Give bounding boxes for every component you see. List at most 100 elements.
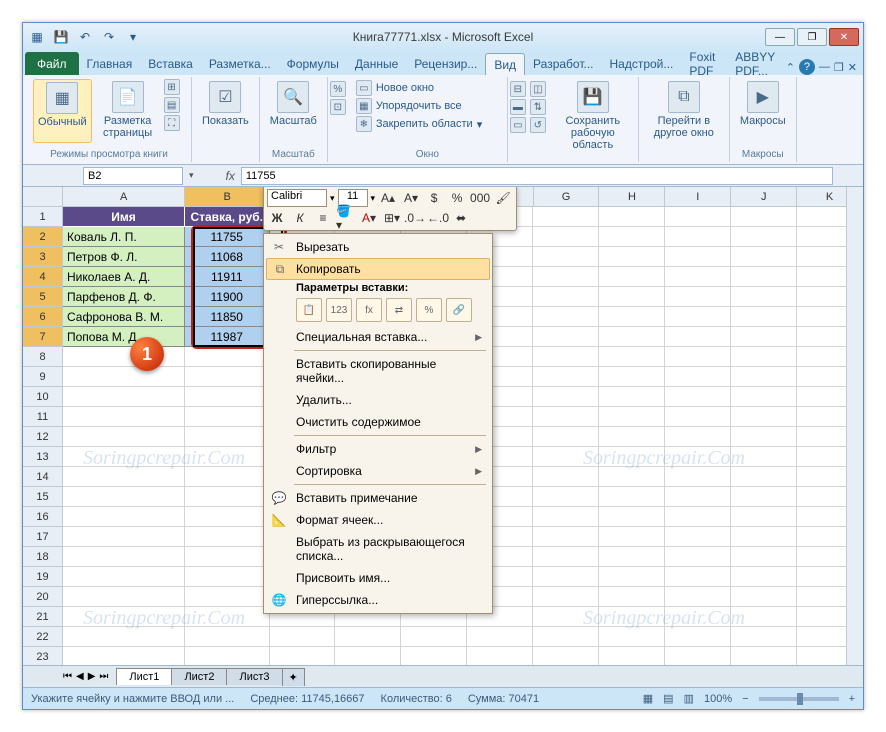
sheet-nav-first-icon[interactable]: ⏮ — [63, 671, 72, 682]
cell[interactable] — [665, 207, 731, 227]
cm-insert-cells[interactable]: Вставить скопированные ячейки... — [266, 353, 490, 389]
cell[interactable] — [665, 627, 731, 647]
cell[interactable]: Сафронова В. М. — [63, 307, 185, 327]
row-header[interactable]: 15 — [23, 487, 63, 507]
cell[interactable] — [185, 587, 270, 607]
cell[interactable] — [533, 647, 599, 665]
cell[interactable] — [467, 647, 533, 665]
paste-transpose-icon[interactable]: ⇄ — [386, 298, 412, 322]
save-workspace-button[interactable]: 💾 Сохранить рабочую область — [554, 79, 632, 153]
hide-icon[interactable]: ▬ — [510, 99, 526, 115]
cell[interactable]: Имя — [63, 207, 185, 227]
cell[interactable] — [467, 627, 533, 647]
row-header[interactable]: 6 — [23, 307, 63, 327]
row-header[interactable]: 22 — [23, 627, 63, 647]
doc-close-icon[interactable]: ✕ — [848, 61, 857, 74]
sheet-tab-2[interactable]: Лист2 — [171, 668, 227, 685]
cell[interactable] — [533, 227, 599, 247]
cell[interactable] — [185, 487, 270, 507]
cell[interactable] — [665, 527, 731, 547]
row-header[interactable]: 21 — [23, 607, 63, 627]
cell[interactable] — [599, 447, 665, 467]
ribbon-minimize-icon[interactable]: ⌃ — [786, 61, 795, 74]
formula-bar[interactable]: 11755 — [241, 167, 833, 185]
row-header[interactable]: 8 — [23, 347, 63, 367]
tab-layout[interactable]: Разметка... — [201, 53, 279, 75]
cell[interactable] — [533, 247, 599, 267]
namebox-dropdown-icon[interactable]: ▾ — [189, 170, 194, 181]
zoom-level[interactable]: 100% — [704, 693, 732, 705]
new-window-button[interactable]: ▭Новое окно — [354, 79, 501, 97]
cell[interactable] — [63, 487, 185, 507]
cell[interactable] — [185, 427, 270, 447]
cell[interactable] — [63, 387, 185, 407]
cell[interactable] — [185, 367, 270, 387]
mini-font-combo[interactable]: Calibri — [267, 189, 327, 207]
cell[interactable] — [731, 287, 797, 307]
cell[interactable] — [731, 327, 797, 347]
cell[interactable]: Парфенов Д. Ф. — [63, 287, 185, 307]
cell[interactable] — [599, 207, 665, 227]
page-layout-button[interactable]: 📄 Разметка страницы — [96, 79, 160, 143]
cm-hyperlink[interactable]: 🌐Гиперссылка... — [266, 589, 490, 611]
cell[interactable] — [731, 347, 797, 367]
cell[interactable] — [599, 507, 665, 527]
zoom-button[interactable]: 🔍 Масштаб — [266, 79, 321, 129]
cell[interactable] — [185, 407, 270, 427]
tab-foxit[interactable]: Foxit PDF — [681, 53, 727, 75]
cell[interactable]: 11900 — [185, 287, 270, 307]
format-painter-icon[interactable]: 🖌 — [493, 189, 513, 207]
center-icon[interactable]: ≡ — [313, 209, 333, 227]
cell[interactable] — [185, 567, 270, 587]
cell[interactable] — [335, 647, 401, 665]
macros-button[interactable]: ▶ Макросы — [736, 79, 790, 129]
select-all-corner[interactable] — [23, 187, 63, 207]
cell[interactable] — [731, 647, 797, 665]
undo-icon[interactable]: ↶ — [75, 27, 95, 47]
cell[interactable] — [599, 247, 665, 267]
cell[interactable] — [533, 587, 599, 607]
cell[interactable] — [599, 487, 665, 507]
column-header[interactable]: J — [731, 187, 797, 207]
row-header[interactable]: 2 — [23, 227, 63, 247]
cell[interactable] — [185, 467, 270, 487]
freeze-button[interactable]: ❄Закрепить области ▾ — [354, 115, 501, 133]
cell[interactable] — [599, 467, 665, 487]
merge-icon[interactable]: ⬌ — [451, 209, 471, 227]
paste-all-icon[interactable]: 📋 — [296, 298, 322, 322]
column-header[interactable]: H — [599, 187, 665, 207]
cell[interactable] — [731, 587, 797, 607]
cell[interactable] — [665, 327, 731, 347]
cell[interactable] — [599, 267, 665, 287]
font-color-icon[interactable]: A▾ — [359, 209, 379, 227]
cell[interactable] — [599, 527, 665, 547]
cell[interactable] — [533, 387, 599, 407]
cell[interactable] — [665, 367, 731, 387]
arrange-button[interactable]: ▦Упорядочить все — [354, 97, 501, 115]
cell[interactable] — [665, 307, 731, 327]
cell[interactable] — [731, 227, 797, 247]
cell[interactable] — [731, 607, 797, 627]
cell[interactable] — [665, 267, 731, 287]
cell[interactable] — [731, 387, 797, 407]
cell[interactable] — [599, 647, 665, 665]
fx-icon[interactable]: fx — [226, 169, 235, 183]
cell[interactable] — [599, 547, 665, 567]
cell[interactable] — [63, 587, 185, 607]
cell[interactable] — [533, 447, 599, 467]
cell[interactable] — [731, 527, 797, 547]
cell[interactable]: 11068 — [185, 247, 270, 267]
cell[interactable] — [533, 347, 599, 367]
cell[interactable] — [63, 547, 185, 567]
cell[interactable] — [599, 347, 665, 367]
cell[interactable] — [599, 607, 665, 627]
cell[interactable]: 11987 — [185, 327, 270, 347]
cell[interactable]: Петров Ф. Л. — [63, 247, 185, 267]
cell[interactable] — [731, 627, 797, 647]
comma-format-icon[interactable]: 000 — [470, 189, 490, 207]
save-icon[interactable]: 💾 — [51, 27, 71, 47]
excel-icon[interactable]: ▦ — [27, 27, 47, 47]
cell[interactable] — [185, 627, 270, 647]
column-header[interactable]: B — [185, 187, 270, 207]
sheet-nav-next-icon[interactable]: ▶ — [88, 671, 96, 682]
